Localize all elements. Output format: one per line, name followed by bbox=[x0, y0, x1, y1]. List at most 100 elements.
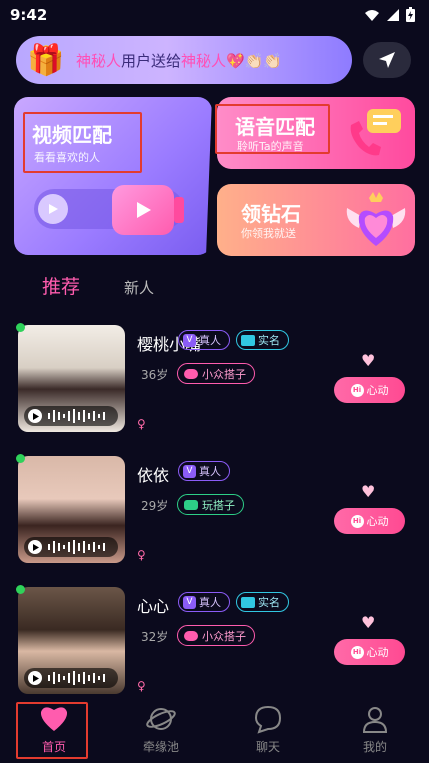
nav-chat[interactable]: 聊天 bbox=[233, 696, 303, 756]
like-button[interactable]: Hi 心动 bbox=[334, 639, 405, 665]
user-badges: V 真人 实名 bbox=[178, 592, 289, 612]
diamond-card[interactable]: 领钻石 你领我就送 bbox=[217, 184, 415, 256]
interest-tag: 玩搭子 bbox=[177, 494, 244, 515]
battery-icon bbox=[406, 7, 415, 22]
floating-hearts-icon: ♥ bbox=[361, 351, 376, 370]
slider-play-icon bbox=[38, 194, 68, 224]
verified-label: 实名 bbox=[258, 334, 280, 347]
planet-icon bbox=[146, 708, 176, 730]
verified-badge: 实名 bbox=[236, 330, 289, 350]
feed-tabs: 推荐 新人 bbox=[42, 272, 154, 299]
online-indicator bbox=[16, 454, 25, 463]
highlight-nav-home bbox=[16, 702, 88, 759]
waveform-icon bbox=[48, 540, 105, 554]
user-photo[interactable] bbox=[18, 325, 125, 432]
id-card-icon bbox=[241, 596, 255, 608]
play-icon bbox=[28, 671, 42, 685]
user-name: 依依 bbox=[137, 466, 170, 485]
voice-intro-player[interactable] bbox=[24, 537, 118, 557]
signal-icon bbox=[387, 8, 399, 21]
user-age: 29岁 bbox=[141, 499, 169, 513]
user-card[interactable]: 樱桃小嘴 V 真人 实名 36岁 小众搭子 ♥ Hi 心动 ♀ bbox=[0, 323, 429, 447]
gift-box-icon: 🎁 bbox=[27, 42, 65, 78]
banner-mid: 用户送给 bbox=[121, 51, 182, 70]
hi-icon: Hi bbox=[350, 383, 364, 397]
tab-new[interactable]: 新人 bbox=[124, 277, 154, 298]
online-indicator bbox=[16, 323, 25, 332]
diamond-title: 领钻石 bbox=[241, 202, 301, 226]
like-button[interactable]: Hi 心动 bbox=[334, 508, 405, 534]
highlight-video-match bbox=[23, 112, 142, 173]
interest-tag-label: 玩搭子 bbox=[202, 498, 235, 512]
floating-hearts-icon: ♥ bbox=[361, 613, 376, 632]
online-indicator bbox=[16, 585, 25, 594]
voice-intro-player[interactable] bbox=[24, 668, 118, 688]
banner-receiver: 神秘人 bbox=[181, 51, 227, 70]
like-button-label: 心动 bbox=[366, 646, 389, 659]
floating-hearts-icon: ♥ bbox=[361, 482, 376, 501]
user-card[interactable]: 心心 V 真人 实名 32岁 小众搭子 ♥ Hi 心动 ♀ bbox=[0, 585, 429, 709]
chat-bubble-icon bbox=[254, 705, 282, 734]
chat-dots-icon bbox=[184, 499, 198, 510]
banner-sender: 神秘人 bbox=[76, 51, 122, 70]
waveform-icon bbox=[48, 671, 105, 685]
user-age: 32岁 bbox=[141, 630, 169, 644]
real-person-label: 真人 bbox=[199, 596, 221, 609]
interest-tag: 小众搭子 bbox=[177, 625, 255, 646]
voice-intro-player[interactable] bbox=[24, 406, 118, 426]
hi-icon: Hi bbox=[350, 645, 364, 659]
like-button[interactable]: Hi 心动 bbox=[334, 377, 405, 403]
nav-chat-label: 聊天 bbox=[255, 740, 280, 754]
tab-recommend[interactable]: 推荐 bbox=[42, 272, 80, 299]
diamond-subtitle: 你领我就送 bbox=[241, 227, 296, 240]
play-icon bbox=[28, 409, 42, 423]
play-icon bbox=[28, 540, 42, 554]
nav-pool-label: 牵缘池 bbox=[142, 740, 179, 754]
status-icons bbox=[364, 7, 415, 22]
verified-label: 实名 bbox=[258, 596, 280, 609]
gift-broadcast-banner[interactable]: 🎁 神秘人用户送给神秘人💖👏🏻👏🏻 bbox=[16, 36, 352, 84]
winged-heart-icon bbox=[343, 188, 409, 252]
camera-lens bbox=[174, 197, 184, 223]
status-time: 9:42 bbox=[10, 6, 48, 24]
user-photo[interactable] bbox=[18, 587, 125, 694]
user-name: 心心 bbox=[137, 597, 170, 616]
location-button[interactable] bbox=[363, 42, 411, 78]
user-photo[interactable] bbox=[18, 456, 125, 563]
banner-emoji: 💖👏🏻👏🏻 bbox=[226, 51, 283, 70]
v-shield-icon: V bbox=[183, 595, 196, 609]
wifi-icon bbox=[365, 9, 379, 21]
banner-text: 神秘人用户送给神秘人💖👏🏻👏🏻 bbox=[76, 50, 282, 71]
highlight-voice-match bbox=[215, 104, 330, 154]
interest-tag-label: 小众搭子 bbox=[202, 629, 246, 643]
v-shield-icon: V bbox=[183, 464, 196, 478]
user-badges: V 真人 bbox=[178, 461, 230, 481]
like-button-label: 心动 bbox=[366, 384, 389, 397]
user-icon bbox=[362, 707, 388, 733]
video-camera-icon bbox=[112, 185, 174, 235]
real-person-badge: V 真人 bbox=[178, 592, 230, 612]
real-person-badge: V 真人 bbox=[178, 330, 230, 350]
bottom-nav: 首页 牵缘池 聊天 我的 bbox=[0, 696, 429, 763]
real-person-label: 真人 bbox=[199, 465, 221, 478]
user-age: 36岁 bbox=[141, 368, 169, 382]
real-person-badge: V 真人 bbox=[178, 461, 230, 481]
id-card-icon bbox=[241, 334, 255, 346]
gender-female-icon: ♀ bbox=[137, 679, 146, 693]
phone-chat-icon bbox=[345, 105, 405, 161]
user-card[interactable]: 依依 V 真人 29岁 玩搭子 ♥ Hi 心动 ♀ bbox=[0, 454, 429, 578]
nav-mine[interactable]: 我的 bbox=[340, 696, 410, 756]
tag-infinity-icon bbox=[184, 368, 198, 379]
verified-badge: 实名 bbox=[236, 592, 289, 612]
gender-female-icon: ♀ bbox=[137, 548, 146, 562]
interest-tag: 小众搭子 bbox=[177, 363, 255, 384]
nav-pool[interactable]: 牵缘池 bbox=[126, 696, 196, 756]
navigation-arrow-icon bbox=[379, 52, 395, 68]
nav-mine-label: 我的 bbox=[362, 740, 387, 754]
v-shield-icon: V bbox=[183, 333, 196, 347]
real-person-label: 真人 bbox=[199, 334, 221, 347]
gender-female-icon: ♀ bbox=[137, 417, 146, 431]
interest-tag-label: 小众搭子 bbox=[202, 367, 246, 381]
user-badges: V 真人 实名 bbox=[178, 330, 289, 350]
hi-icon: Hi bbox=[350, 514, 364, 528]
